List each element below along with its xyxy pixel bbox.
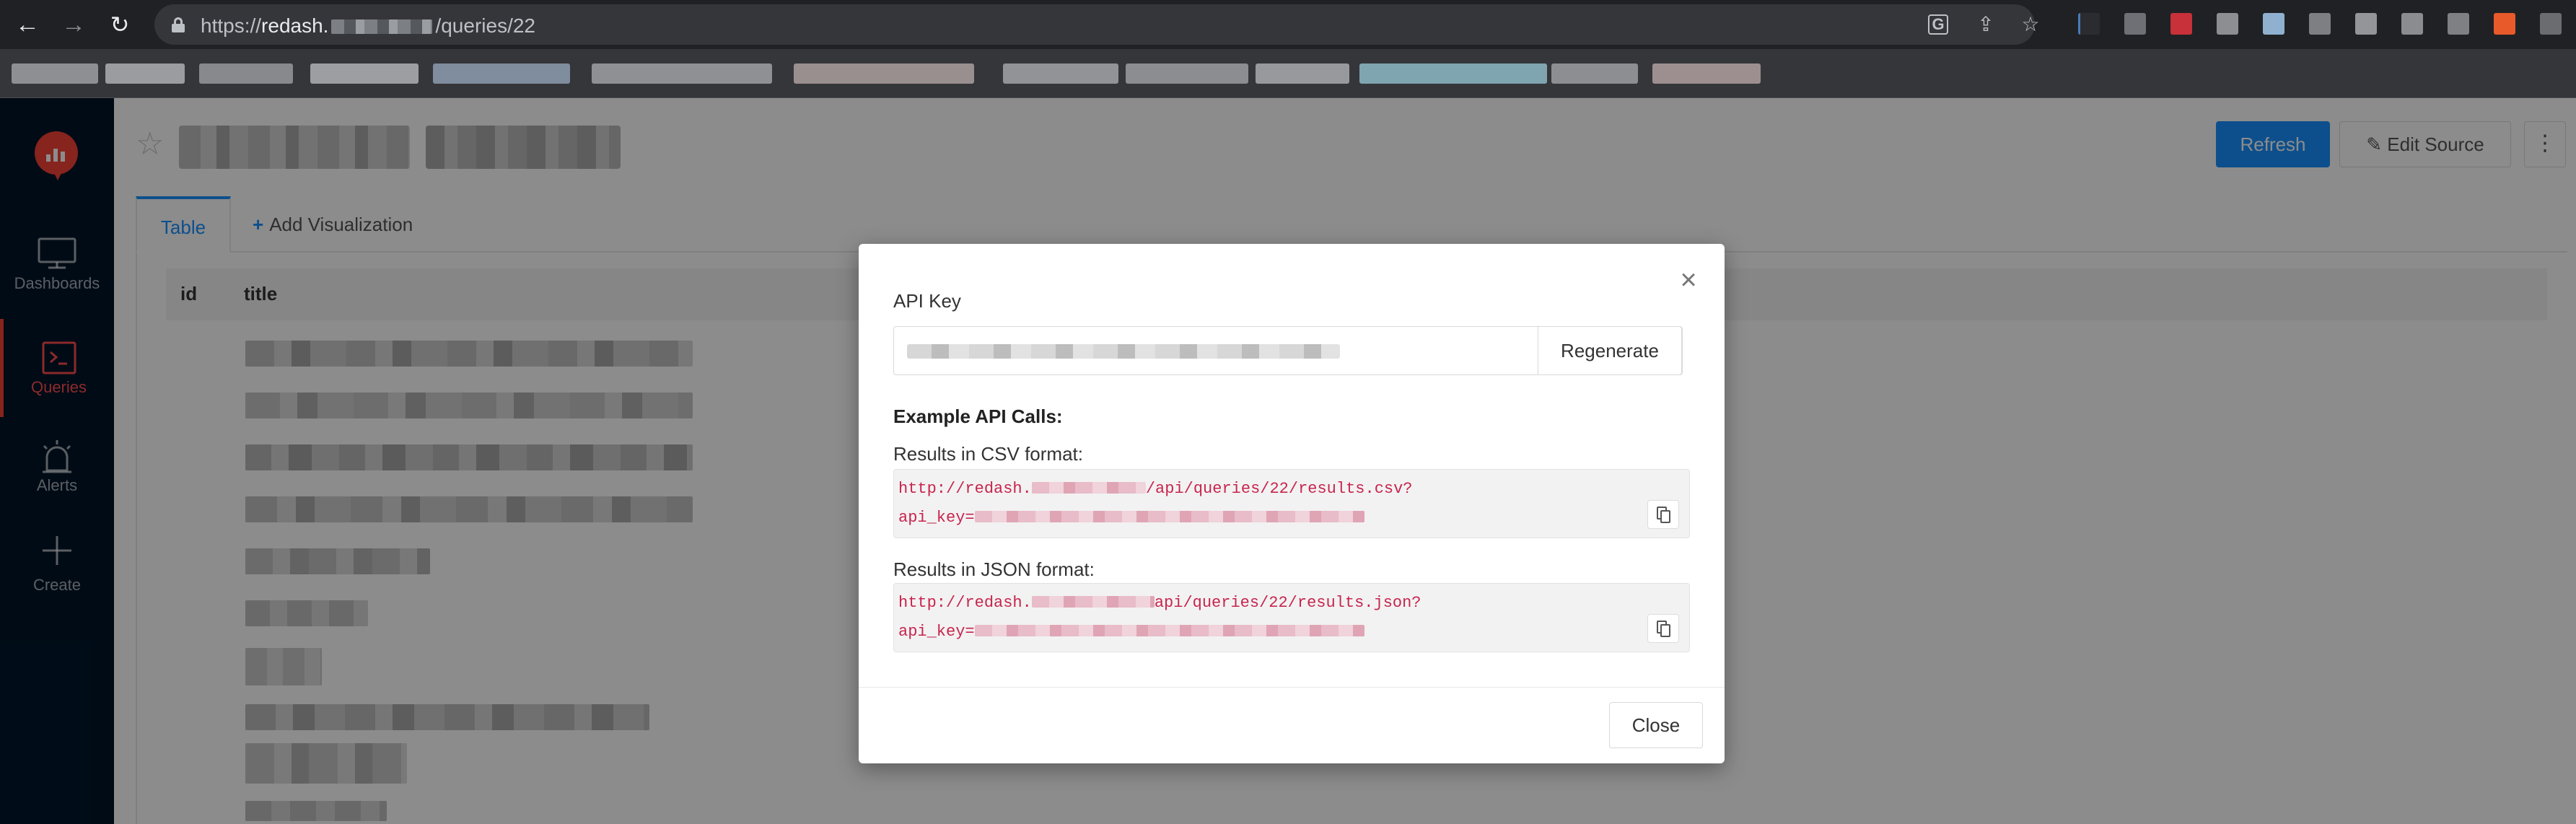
bookmarks-bar	[0, 49, 2576, 98]
url-redacted	[331, 19, 433, 34]
csv-url-prefix: http://redash.	[898, 480, 1032, 498]
json-url-box[interactable]: http://redash. api/queries/22/results.jso…	[893, 583, 1690, 652]
api-key-value-redacted	[907, 344, 1340, 359]
bookmark-item[interactable]	[592, 63, 772, 84]
copy-icon	[1660, 624, 1670, 637]
url-host-redacted	[1031, 482, 1146, 494]
bookmark-item[interactable]	[1003, 63, 1118, 84]
back-arrow-icon[interactable]: ←	[13, 10, 42, 39]
json-url-suffix: api/queries/22/results.json?	[1154, 594, 1421, 612]
example-api-calls-heading: Example API Calls:	[893, 406, 1063, 427]
extension-icon[interactable]	[2263, 13, 2284, 35]
copy-json-url-button[interactable]	[1647, 614, 1679, 643]
api-key-redacted	[974, 511, 1364, 522]
modal-footer: Close	[859, 687, 1725, 763]
browser-toolbar: ← → ↻ https://redash. /queries/22 G ⇪ ☆	[0, 0, 2576, 49]
csv-format-label: Results in CSV format:	[893, 443, 1083, 465]
lock-icon[interactable]	[172, 17, 185, 32]
bookmark-item[interactable]	[12, 63, 98, 84]
bookmark-item[interactable]	[1551, 63, 1638, 84]
json-format-label: Results in JSON format:	[893, 558, 1095, 580]
csv-key-line: api_key=	[898, 509, 1364, 527]
url-scheme: https://	[201, 14, 262, 37]
bookmark-item[interactable]	[105, 63, 185, 84]
extension-icon[interactable]	[2078, 13, 2100, 35]
url-host-redacted	[1031, 596, 1155, 608]
star-icon[interactable]: ☆	[2019, 13, 2042, 36]
extension-icon[interactable]	[2217, 13, 2238, 35]
extension-icon[interactable]	[2401, 13, 2423, 35]
api-key-input[interactable]: Regenerate	[893, 326, 1683, 375]
extension-icon[interactable]	[2494, 13, 2515, 35]
csv-url-line: http://redash. /api/queries/22/results.cs…	[898, 480, 1413, 498]
api-key-redacted	[974, 625, 1364, 636]
copy-icon	[1660, 510, 1670, 523]
bookmark-item[interactable]	[1256, 63, 1349, 84]
csv-url-box[interactable]: http://redash. /api/queries/22/results.cs…	[893, 469, 1690, 538]
json-url-line: http://redash. api/queries/22/results.jso…	[898, 594, 1421, 612]
extension-icon[interactable]	[2309, 13, 2331, 35]
bookmark-item[interactable]	[794, 63, 974, 84]
url-path: /queries/22	[435, 14, 535, 37]
json-key-prefix: api_key=	[898, 623, 975, 641]
share-icon[interactable]: ⇪	[1974, 13, 1997, 36]
url-host: redash.	[261, 14, 329, 37]
translate-icon[interactable]: G	[1928, 14, 1948, 35]
close-button[interactable]: Close	[1609, 702, 1703, 748]
extension-icon[interactable]	[2170, 13, 2192, 35]
address-bar[interactable]: https://redash. /queries/22 G ⇪ ☆	[154, 4, 2040, 45]
json-url-prefix: http://redash.	[898, 594, 1032, 612]
regenerate-button[interactable]: Regenerate	[1538, 326, 1682, 375]
reload-icon[interactable]: ↻	[105, 10, 134, 39]
bookmark-item[interactable]	[1359, 63, 1547, 84]
bookmark-item[interactable]	[1126, 63, 1248, 84]
extension-icon[interactable]	[2448, 13, 2469, 35]
api-key-label: API Key	[893, 290, 961, 312]
extension-icon[interactable]	[2355, 13, 2377, 35]
forward-arrow-icon[interactable]: →	[59, 10, 88, 39]
bookmark-item[interactable]	[199, 63, 293, 84]
bookmark-item[interactable]	[433, 63, 570, 84]
extension-icon[interactable]	[2540, 13, 2562, 35]
csv-url-suffix: /api/queries/22/results.csv?	[1145, 480, 1413, 498]
api-key-dialog: × API Key Regenerate Example API Calls: …	[859, 244, 1725, 763]
url-text[interactable]: https://redash. /queries/22	[201, 14, 535, 38]
copy-csv-url-button[interactable]	[1647, 500, 1679, 529]
close-icon[interactable]: ×	[1674, 266, 1703, 294]
json-key-line: api_key=	[898, 623, 1364, 641]
csv-key-prefix: api_key=	[898, 509, 975, 527]
bookmark-item[interactable]	[310, 63, 419, 84]
bookmark-item[interactable]	[1652, 63, 1761, 84]
extension-icon[interactable]	[2124, 13, 2146, 35]
